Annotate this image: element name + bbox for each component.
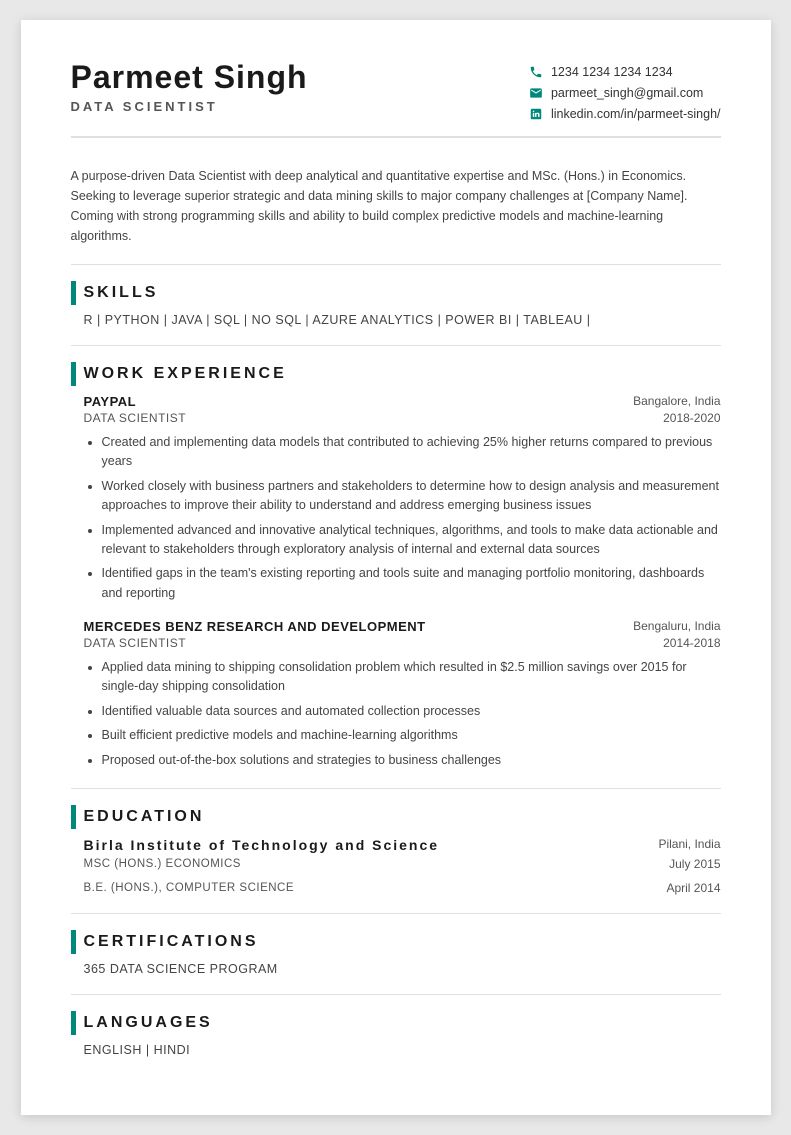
linkedin-icon [528,106,544,122]
edu-degree-1-name: MSC (HONS.) ECONOMICS [84,858,241,870]
skills-section: SKILLS R | PYTHON | JAVA | SQL | NO SQL … [71,281,721,327]
job-mercedes-location: Bengaluru, India [633,619,720,633]
skills-header: SKILLS [71,281,721,305]
languages-header: LANGUAGES [71,1011,721,1035]
list-item: Applied data mining to shipping consolid… [102,658,721,697]
edu-degree-2: B.E. (HONS.), COMPUTER SCIENCE April 201… [84,881,721,895]
linkedin-contact: linkedin.com/in/parmeet-singh/ [528,106,721,122]
education-bar [71,805,76,829]
divider-certifications [71,913,721,914]
languages-section: LANGUAGES ENGLISH | HINDI [71,1011,721,1057]
skills-bar [71,281,76,305]
candidate-title: DATA SCIENTIST [71,99,308,114]
edu-degree-2-date: April 2014 [666,881,720,895]
job-paypal-bullets: Created and implementing data models tha… [84,433,721,603]
job-mercedes-subheader: DATA SCIENTIST 2014-2018 [84,636,721,650]
languages-title: LANGUAGES [84,1014,213,1032]
education-title: EDUCATION [84,808,205,826]
header: Parmeet Singh DATA SCIENTIST 1234 1234 1… [71,60,721,138]
phone-icon [528,64,544,80]
linkedin-url: linkedin.com/in/parmeet-singh/ [551,107,721,121]
certification-item: 365 DATA SCIENCE PROGRAM [71,962,721,976]
job-mercedes-dates: 2014-2018 [663,636,720,650]
list-item: Implemented advanced and innovative anal… [102,521,721,560]
phone-contact: 1234 1234 1234 1234 [528,64,721,80]
job-paypal-location: Bangalore, India [633,394,720,408]
work-header: WORK EXPERIENCE [71,362,721,386]
candidate-name: Parmeet Singh [71,60,308,95]
skills-title: SKILLS [84,284,159,302]
email-address: parmeet_singh@gmail.com [551,86,703,100]
certifications-section: CERTIFICATIONS 365 DATA SCIENCE PROGRAM [71,930,721,976]
languages-bar [71,1011,76,1035]
work-experience-section: WORK EXPERIENCE PAYPAL Bangalore, India … [71,362,721,770]
contact-info: 1234 1234 1234 1234 parmeet_singh@gmail.… [528,64,721,122]
list-item: Proposed out-of-the-box solutions and st… [102,751,721,770]
list-item: Identified gaps in the team's existing r… [102,564,721,603]
edu-degree-1: MSC (HONS.) ECONOMICS July 2015 [84,857,721,871]
edu-institution: Birla Institute of Technology and Scienc… [71,837,721,895]
skills-list: R | PYTHON | JAVA | SQL | NO SQL | AZURE… [71,313,721,327]
edu-location: Pilani, India [658,837,720,851]
job-paypal-title: DATA SCIENTIST [84,411,187,425]
divider-education [71,788,721,789]
languages-list: ENGLISH | HINDI [71,1043,721,1057]
list-item: Identified valuable data sources and aut… [102,702,721,721]
job-paypal: PAYPAL Bangalore, India DATA SCIENTIST 2… [71,394,721,603]
job-paypal-subheader: DATA SCIENTIST 2018-2020 [84,411,721,425]
education-section: EDUCATION Birla Institute of Technology … [71,805,721,895]
certifications-bar [71,930,76,954]
certifications-title: CERTIFICATIONS [84,933,259,951]
list-item: Worked closely with business partners an… [102,477,721,516]
email-icon [528,85,544,101]
company-mercedes: MERCEDES BENZ RESEARCH AND DEVELOPMENT [84,619,426,634]
job-paypal-header: PAYPAL Bangalore, India [84,394,721,409]
phone-number: 1234 1234 1234 1234 [551,65,673,79]
work-title: WORK EXPERIENCE [84,365,287,383]
divider-skills [71,264,721,265]
list-item: Built efficient predictive models and ma… [102,726,721,745]
edu-degree-2-name: B.E. (HONS.), COMPUTER SCIENCE [84,882,295,894]
email-contact: parmeet_singh@gmail.com [528,85,721,101]
job-mercedes: MERCEDES BENZ RESEARCH AND DEVELOPMENT B… [71,619,721,770]
job-paypal-dates: 2018-2020 [663,411,720,425]
edu-institution-name: Birla Institute of Technology and Scienc… [84,837,440,853]
resume-page: Parmeet Singh DATA SCIENTIST 1234 1234 1… [21,20,771,1115]
education-header: EDUCATION [71,805,721,829]
job-mercedes-header: MERCEDES BENZ RESEARCH AND DEVELOPMENT B… [84,619,721,634]
divider-languages [71,994,721,995]
job-mercedes-bullets: Applied data mining to shipping consolid… [84,658,721,770]
header-left: Parmeet Singh DATA SCIENTIST [71,60,308,114]
edu-header: Birla Institute of Technology and Scienc… [84,837,721,853]
list-item: Created and implementing data models tha… [102,433,721,472]
company-paypal: PAYPAL [84,394,137,409]
edu-degree-1-date: July 2015 [669,857,720,871]
job-mercedes-title: DATA SCIENTIST [84,636,187,650]
divider-work [71,345,721,346]
summary-text: A purpose-driven Data Scientist with dee… [71,156,721,246]
work-bar [71,362,76,386]
certifications-header: CERTIFICATIONS [71,930,721,954]
